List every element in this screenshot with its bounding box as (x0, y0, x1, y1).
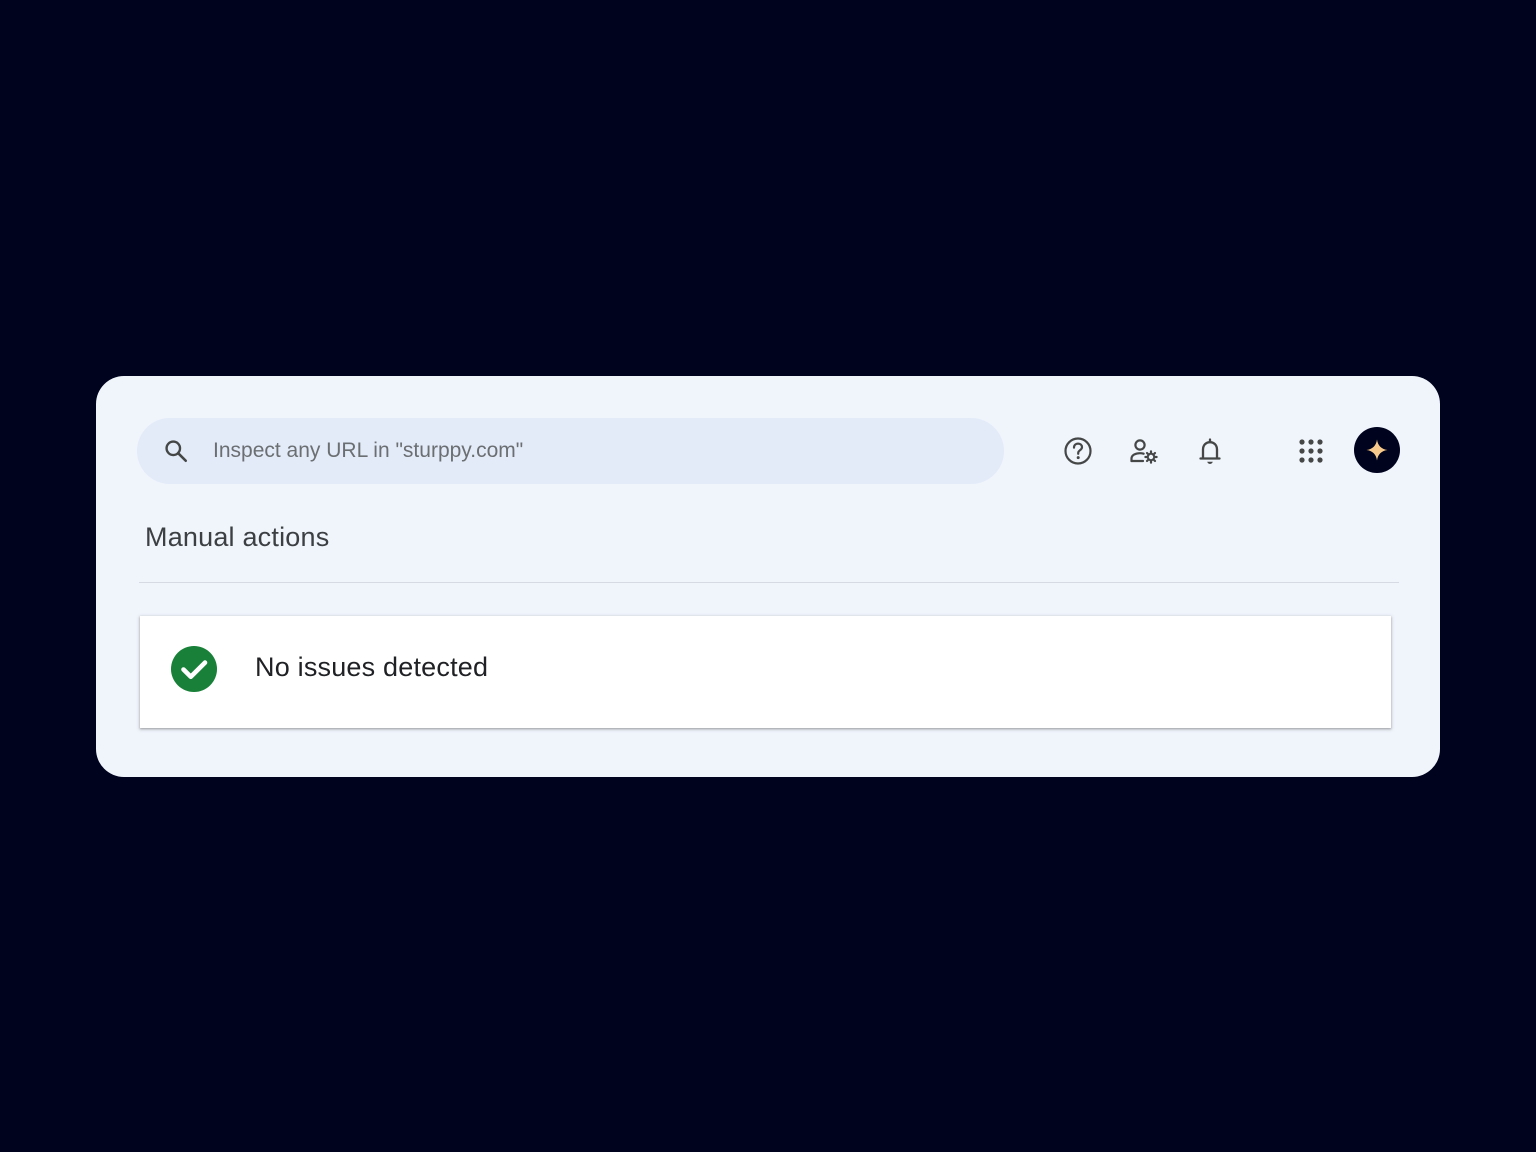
check-circle-icon (171, 646, 217, 692)
apps-grid-icon[interactable] (1288, 428, 1334, 474)
page-title: Manual actions (145, 522, 330, 552)
search-bar[interactable] (137, 418, 1004, 484)
search-console-panel: Manual actions No issues detected (96, 376, 1440, 777)
bell-icon[interactable] (1187, 428, 1233, 474)
search-icon[interactable] (163, 438, 189, 464)
user-settings-icon[interactable] (1121, 428, 1167, 474)
sparkle-icon (1366, 439, 1388, 461)
divider (139, 582, 1399, 583)
search-input[interactable] (213, 418, 973, 484)
avatar[interactable] (1354, 427, 1400, 473)
status-message: No issues detected (255, 652, 489, 682)
status-card: No issues detected (140, 616, 1391, 728)
help-icon[interactable] (1055, 428, 1101, 474)
